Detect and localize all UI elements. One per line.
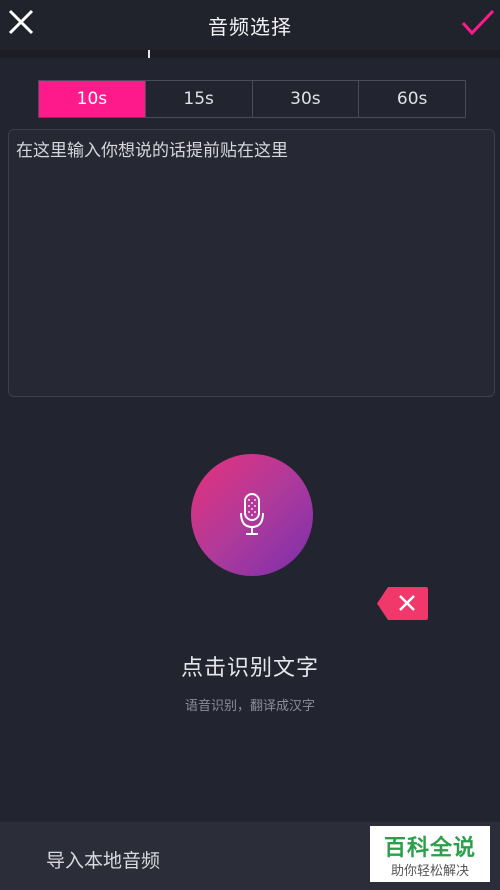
duration-option-30s[interactable]: 30s [251, 81, 359, 117]
record-button[interactable] [191, 454, 313, 576]
microphone-icon [240, 493, 264, 535]
recognize-subtitle: 语音识别，翻译成汉字 [184, 699, 315, 714]
speech-text-input[interactable]: 在这里输入你想说的话提前贴在这里 [8, 129, 495, 397]
import-local-audio-button[interactable]: 导入本地音频 [46, 846, 160, 873]
duration-option-15s[interactable]: 15s [144, 81, 252, 117]
top-bar: 音频选择 [0, 0, 500, 50]
watermark-logo: 百科全说 助你轻松解决 [370, 826, 490, 882]
page-title: 音频选择 [208, 15, 292, 39]
check-icon[interactable] [460, 8, 496, 38]
audio-timeline[interactable] [0, 50, 500, 58]
duration-option-60s[interactable]: 60s [358, 81, 465, 117]
watermark-title: 百科全说 [383, 836, 476, 861]
backspace-icon[interactable] [376, 586, 429, 621]
duration-option-10s[interactable]: 10s [39, 81, 145, 117]
watermark-subtitle: 助你轻松解决 [390, 864, 469, 879]
recognize-title: 点击识别文字 [180, 656, 319, 681]
duration-selector: 10s 15s 30s 60s [38, 80, 466, 118]
timeline-cursor[interactable] [148, 50, 150, 58]
